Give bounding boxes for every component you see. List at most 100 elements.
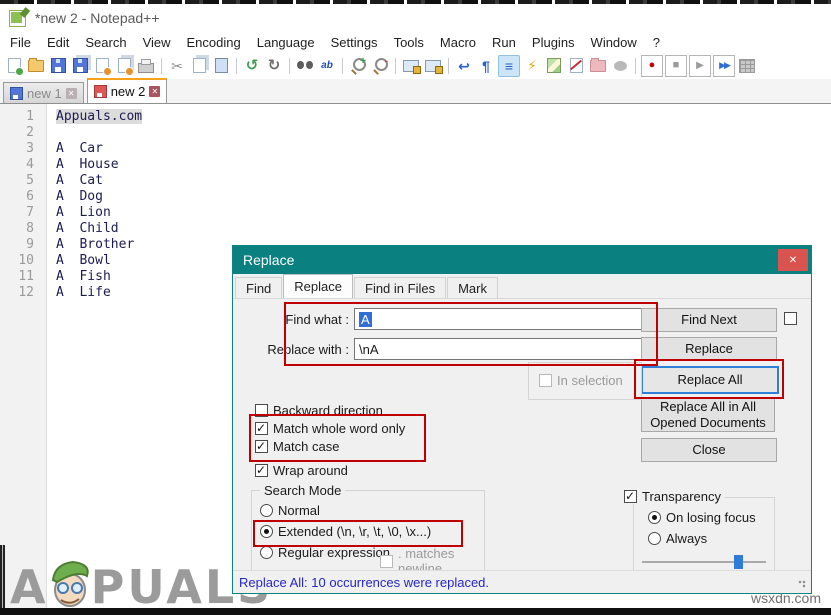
tab-find[interactable]: Find xyxy=(235,277,282,298)
menu-encoding[interactable]: Encoding xyxy=(179,34,249,51)
replace-with-combobox[interactable]: \nA xyxy=(354,338,664,360)
editor-line[interactable]: 2 xyxy=(0,124,831,140)
line-text[interactable]: A Dog xyxy=(56,189,103,204)
zoom-in-icon[interactable]: + xyxy=(348,56,368,76)
on-losing-focus-radio[interactable] xyxy=(648,511,661,524)
wrap-around-checkbox[interactable] xyxy=(255,464,268,477)
editor-line[interactable]: 4A House xyxy=(0,156,831,172)
line-text[interactable]: A Life xyxy=(56,285,111,300)
swap-mode-checkbox[interactable] xyxy=(784,312,797,325)
slider-handle[interactable] xyxy=(734,555,743,569)
run-macro-multiple-icon[interactable]: ▶▶ xyxy=(713,55,735,77)
show-all-characters-icon[interactable]: ¶ xyxy=(476,56,496,76)
close-button[interactable]: Close xyxy=(641,438,777,462)
editor-line[interactable]: 5A Cat xyxy=(0,172,831,188)
undo-icon[interactable]: ↺ xyxy=(242,56,262,76)
project-panel-icon[interactable] xyxy=(588,56,608,76)
file-tab-new1[interactable]: new 1 ✕ xyxy=(3,82,84,103)
regex-mode-option: Regular expression xyxy=(260,545,390,560)
new-file-icon[interactable] xyxy=(4,56,24,76)
print-icon[interactable] xyxy=(136,56,156,76)
menu-run[interactable]: Run xyxy=(484,34,524,51)
menu-view[interactable]: View xyxy=(135,34,179,51)
close-tab-icon[interactable]: ✕ xyxy=(66,88,77,99)
menu-window[interactable]: Window xyxy=(583,34,645,51)
menu-macro[interactable]: Macro xyxy=(432,34,484,51)
line-text[interactable]: A Brother xyxy=(56,237,134,252)
transparency-checkbox[interactable] xyxy=(624,490,637,503)
replace-all-button[interactable]: Replace All xyxy=(641,366,779,394)
match-whole-word-checkbox[interactable] xyxy=(255,422,268,435)
always-radio[interactable] xyxy=(648,532,661,545)
editor-line[interactable]: 1Appuals.com xyxy=(0,108,831,124)
tab-mark[interactable]: Mark xyxy=(447,277,498,298)
monitor-icon[interactable] xyxy=(610,56,630,76)
close-all-docs-icon[interactable] xyxy=(114,56,134,76)
dialog-tabs: Find Replace Find in Files Mark xyxy=(235,275,499,298)
slider-track[interactable] xyxy=(642,561,766,563)
menu-tools[interactable]: Tools xyxy=(386,34,432,51)
match-case-checkbox[interactable] xyxy=(255,440,268,453)
dialog-title-bar[interactable]: Replace ✕ xyxy=(233,246,811,274)
find-what-combobox[interactable]: A xyxy=(354,308,664,330)
menu-help[interactable]: ? xyxy=(645,34,668,51)
line-text[interactable]: A Child xyxy=(56,221,119,236)
menu-settings[interactable]: Settings xyxy=(323,34,386,51)
editor-line[interactable]: 3A Car xyxy=(0,140,831,156)
matches-newline-checkbox[interactable] xyxy=(380,555,393,568)
save-macro-icon[interactable] xyxy=(737,56,757,76)
save-all-icon[interactable] xyxy=(70,56,90,76)
document-map-icon[interactable] xyxy=(544,56,564,76)
play-macro-icon[interactable]: ▶ xyxy=(689,55,711,77)
paste-icon[interactable] xyxy=(211,56,231,76)
zoom-out-icon[interactable]: - xyxy=(370,56,390,76)
copy-icon[interactable] xyxy=(189,56,209,76)
show-indent-guide-icon[interactable]: ≡ xyxy=(498,55,520,77)
file-tab-new2[interactable]: new 2 ✕ xyxy=(87,78,168,103)
editor-line[interactable]: 8A Child xyxy=(0,220,831,236)
sync-vertical-icon[interactable] xyxy=(401,56,421,76)
editor-line[interactable]: 7A Lion xyxy=(0,204,831,220)
line-text[interactable]: A Fish xyxy=(56,269,111,284)
line-text[interactable]: A House xyxy=(56,157,119,172)
line-text[interactable]: Appuals.com xyxy=(56,109,142,124)
find-next-button[interactable]: Find Next xyxy=(641,308,777,332)
line-text[interactable]: A Cat xyxy=(56,173,103,188)
replace-button[interactable]: Replace xyxy=(641,337,777,361)
save-icon[interactable] xyxy=(48,56,68,76)
normal-mode-radio[interactable] xyxy=(260,504,273,517)
tab-replace[interactable]: Replace xyxy=(283,274,353,298)
tab-find-in-files[interactable]: Find in Files xyxy=(354,277,446,298)
replace-icon[interactable]: ab xyxy=(317,56,337,76)
word-wrap-icon[interactable]: ↩ xyxy=(454,56,474,76)
document-switcher-icon[interactable] xyxy=(566,56,586,76)
line-text[interactable]: A Car xyxy=(56,141,103,156)
resize-grip[interactable] xyxy=(798,580,808,590)
find-icon[interactable] xyxy=(295,56,315,76)
menu-file[interactable]: File xyxy=(2,34,39,51)
menu-search[interactable]: Search xyxy=(77,34,134,51)
record-macro-icon[interactable]: ● xyxy=(641,55,663,77)
redo-icon[interactable]: ↻ xyxy=(264,56,284,76)
replace-all-docs-button[interactable]: Replace All in All Opened Documents xyxy=(641,398,775,432)
replace-with-value: \nA xyxy=(359,342,379,357)
close-doc-icon[interactable] xyxy=(92,56,112,76)
backward-direction-checkbox[interactable] xyxy=(255,404,268,417)
transparency-slider[interactable] xyxy=(642,555,766,569)
line-text[interactable]: A Bowl xyxy=(56,253,111,268)
menu-language[interactable]: Language xyxy=(249,34,323,51)
line-text[interactable]: A Lion xyxy=(56,205,111,220)
menu-plugins[interactable]: Plugins xyxy=(524,34,583,51)
editor-line[interactable]: 6A Dog xyxy=(0,188,831,204)
in-selection-checkbox[interactable] xyxy=(539,374,552,387)
stop-macro-icon[interactable]: ■ xyxy=(665,55,687,77)
extended-mode-radio[interactable] xyxy=(260,525,273,538)
cut-icon[interactable]: ✂ xyxy=(167,56,187,76)
menu-edit[interactable]: Edit xyxy=(39,34,77,51)
sync-horizontal-icon[interactable] xyxy=(423,56,443,76)
function-list-icon[interactable]: ⚡ xyxy=(522,56,542,76)
regex-mode-radio[interactable] xyxy=(260,546,273,559)
open-file-icon[interactable] xyxy=(26,56,46,76)
close-tab-icon[interactable]: ✕ xyxy=(149,86,160,97)
close-icon[interactable]: ✕ xyxy=(778,249,808,271)
